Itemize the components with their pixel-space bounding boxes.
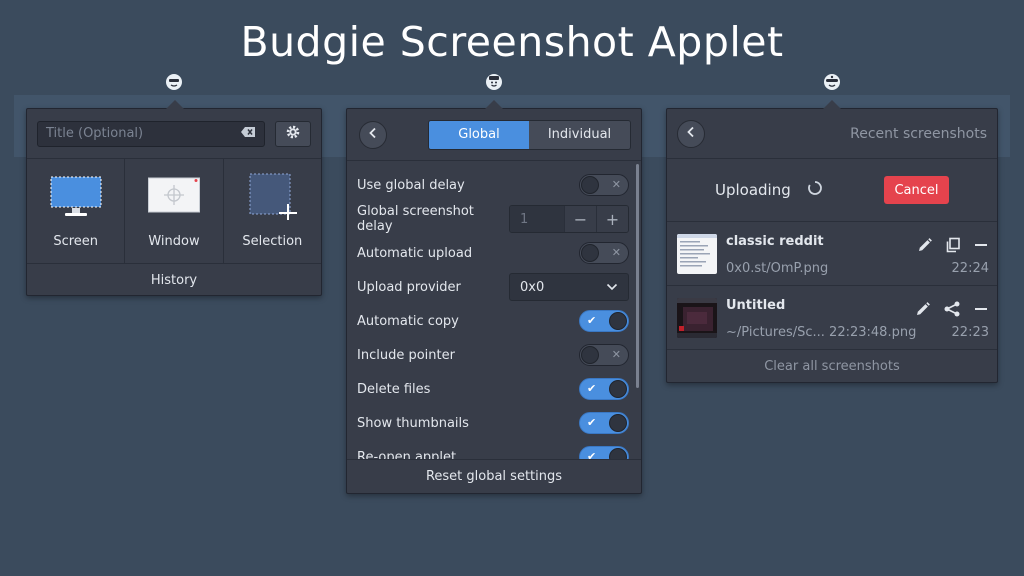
remove-icon[interactable] — [973, 237, 989, 257]
screenshot-time: 22:23 — [951, 324, 989, 340]
upload-status: Uploading Cancel — [667, 159, 997, 222]
settings-popover: Global Individual Use global delay ✕ Glo… — [346, 100, 642, 494]
tray-applet-icon-2[interactable] — [486, 74, 502, 90]
back-button[interactable] — [677, 119, 705, 148]
settings-button[interactable] — [275, 120, 311, 147]
history-button[interactable]: History — [27, 264, 321, 296]
recent-header: Recent screenshots — [850, 125, 987, 142]
setting-row: Re-open applet ✔ — [347, 440, 641, 460]
chevron-left-icon — [367, 127, 379, 143]
setting-row: Automatic upload ✕ — [347, 236, 641, 270]
title-placeholder: Title (Optional) — [46, 126, 144, 141]
clear-text-icon[interactable] — [240, 126, 256, 142]
setting-label: Delete files — [357, 381, 431, 397]
screen-icon — [50, 176, 102, 224]
setting-label: Show thumbnails — [357, 415, 469, 431]
show-thumbnails-switch[interactable]: ✔ — [579, 412, 629, 434]
share-icon[interactable] — [943, 301, 961, 321]
mode-screen-button[interactable]: Screen — [27, 159, 126, 263]
scrollbar[interactable] — [636, 164, 639, 388]
page-title: Budgie Screenshot Applet — [240, 18, 784, 66]
mode-window-label: Window — [148, 234, 200, 249]
chevron-down-icon — [606, 280, 618, 295]
minus-icon[interactable]: − — [564, 206, 596, 232]
setting-label: Global screenshot delay — [357, 204, 474, 234]
screenshot-thumbnail[interactable] — [677, 233, 717, 274]
use-global-delay-switch[interactable]: ✕ — [579, 174, 629, 196]
mode-window-button[interactable]: Window — [125, 159, 224, 263]
upload-provider-select[interactable]: 0x0 — [509, 273, 629, 301]
automatic-upload-switch[interactable]: ✕ — [579, 242, 629, 264]
setting-label: Upload provider — [357, 279, 461, 295]
screenshot-path: 0x0.st/OmP.png — [726, 260, 829, 276]
screenshot-name: classic reddit — [726, 233, 824, 249]
spinner-icon — [807, 180, 823, 200]
include-pointer-switch[interactable]: ✕ — [579, 344, 629, 366]
setting-label: Automatic copy — [357, 313, 459, 329]
setting-row: Global screenshot delay 1 − + — [347, 202, 641, 236]
settings-list: Use global delay ✕ Global screenshot del… — [347, 162, 641, 460]
screenshot-name: Untitled — [726, 297, 786, 313]
screenshot-item[interactable]: Untitled ~/Pictures/Sc... 22:23:48.png 2… — [667, 286, 997, 350]
back-button[interactable] — [359, 120, 387, 149]
edit-icon[interactable] — [917, 237, 933, 257]
chevron-left-icon — [685, 126, 697, 142]
tab-individual[interactable]: Individual — [529, 120, 630, 149]
tray-applet-icon-3[interactable] — [824, 74, 840, 90]
tab-global[interactable]: Global — [429, 120, 529, 149]
screenshot-path: ~/Pictures/Sc... 22:23:48.png — [726, 324, 917, 340]
selection-icon — [246, 172, 298, 224]
setting-row: Upload provider 0x0 — [347, 270, 641, 304]
gear-icon — [285, 124, 301, 144]
recent-popover: Recent screenshots Uploading Cancel clas… — [666, 100, 998, 383]
capture-popover: Title (Optional) Screen Window Selection… — [26, 100, 322, 296]
delay-spinbutton[interactable]: 1 − + — [509, 205, 629, 233]
setting-label: Include pointer — [357, 347, 455, 363]
uploading-label: Uploading — [715, 181, 791, 199]
mode-selection-label: Selection — [242, 234, 303, 249]
screenshot-time: 22:24 — [951, 260, 989, 276]
window-icon — [147, 176, 200, 224]
setting-row: Show thumbnails ✔ — [347, 406, 641, 440]
reopen-applet-switch[interactable]: ✔ — [579, 446, 629, 460]
mode-screen-label: Screen — [53, 234, 99, 249]
setting-row: Automatic copy ✔ — [347, 304, 641, 338]
setting-label: Automatic upload — [357, 245, 473, 261]
mode-selection-button[interactable]: Selection — [224, 159, 321, 263]
setting-row: Use global delay ✕ — [347, 168, 641, 202]
setting-row: Include pointer ✕ — [347, 338, 641, 372]
setting-label: Use global delay — [357, 177, 465, 193]
copy-icon[interactable] — [945, 237, 961, 257]
remove-icon[interactable] — [973, 301, 989, 321]
cancel-button[interactable]: Cancel — [884, 176, 949, 204]
title-input[interactable]: Title (Optional) — [37, 120, 265, 147]
screenshot-item[interactable]: classic reddit 0x0.st/OmP.png 22:24 — [667, 222, 997, 286]
clear-all-screenshots-button[interactable]: Clear all screenshots — [667, 350, 997, 382]
edit-icon[interactable] — [915, 301, 931, 321]
tray-applet-icon-1[interactable] — [166, 74, 182, 90]
delay-value[interactable]: 1 — [510, 206, 564, 232]
plus-icon[interactable]: + — [596, 206, 628, 232]
reset-global-settings-button[interactable]: Reset global settings — [347, 459, 641, 493]
delete-files-switch[interactable]: ✔ — [579, 378, 629, 400]
setting-row: Delete files ✔ — [347, 372, 641, 406]
automatic-copy-switch[interactable]: ✔ — [579, 310, 629, 332]
upload-provider-value: 0x0 — [520, 279, 545, 295]
screenshot-thumbnail[interactable] — [677, 297, 717, 338]
